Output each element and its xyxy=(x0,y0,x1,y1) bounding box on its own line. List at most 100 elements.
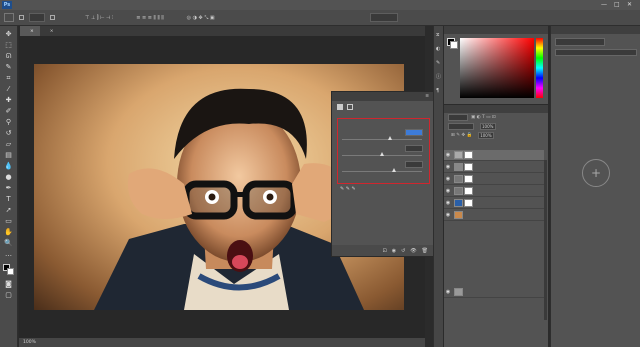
auto-select-dropdown[interactable] xyxy=(29,13,45,22)
layer-row[interactable]: ◉ xyxy=(444,174,544,185)
paragraph-icon[interactable]: ¶ xyxy=(436,88,442,94)
filter-icons[interactable]: ▣ ◐ T ▭ ⊡ xyxy=(471,115,496,120)
brush-tool-icon[interactable]: ✐ xyxy=(3,107,14,116)
layer-row[interactable]: ◉ xyxy=(444,186,544,197)
eye-icon[interactable]: ◉ xyxy=(444,164,452,170)
layer-effect[interactable] xyxy=(464,278,544,286)
opacity-field[interactable]: 100% xyxy=(480,123,496,130)
layer-row[interactable]: ◉ xyxy=(444,198,544,209)
clone-stamp-tool-icon[interactable]: ⚲ xyxy=(3,118,14,127)
lasso-tool-icon[interactable]: ᘏ xyxy=(3,52,14,61)
more-tools-icon[interactable]: … xyxy=(3,250,14,259)
layer-effect[interactable] xyxy=(464,315,544,323)
eye-icon[interactable]: ◉ xyxy=(444,152,452,158)
layer-effect[interactable] xyxy=(464,222,544,230)
eye-icon[interactable]: ◉ xyxy=(444,289,452,295)
layer-mask[interactable] xyxy=(464,175,473,183)
pen-tool-icon[interactable]: ✒ xyxy=(3,184,14,193)
layer-mask[interactable] xyxy=(464,163,473,171)
library-search-input[interactable] xyxy=(555,49,637,56)
move-tool-icon[interactable]: ✥ xyxy=(3,30,14,39)
quick-mask-icon[interactable]: ◙ xyxy=(3,280,14,289)
history-brush-tool-icon[interactable]: ↺ xyxy=(3,129,14,138)
reset-icon[interactable]: ↺ xyxy=(401,248,405,254)
layer-effect[interactable] xyxy=(464,254,544,262)
align-icons[interactable]: ⊤ ⊥ ⫿ ⊢ ⊣ ⫶ xyxy=(85,15,113,21)
path-select-tool-icon[interactable]: ➚ xyxy=(3,206,14,215)
doc-tab-active[interactable]: × xyxy=(20,26,40,36)
hue-slider[interactable] xyxy=(536,38,543,98)
adjust-icon[interactable]: ◐ xyxy=(436,46,442,52)
screen-mode-icon[interactable]: ▢ xyxy=(3,291,14,300)
eye-toggle-icon[interactable]: ◉ xyxy=(392,248,396,254)
healing-brush-tool-icon[interactable]: ✚ xyxy=(3,96,14,105)
layer-effect[interactable] xyxy=(464,339,544,347)
slider-knob[interactable] xyxy=(392,168,396,172)
layer-effect[interactable] xyxy=(464,299,544,307)
slider-track[interactable] xyxy=(342,139,422,140)
library-dropdown[interactable] xyxy=(555,38,605,46)
show-transform-checkbox[interactable] xyxy=(50,15,55,20)
close-icon[interactable]: ✕ xyxy=(627,1,632,8)
layer-mask[interactable] xyxy=(464,199,473,207)
layer-row[interactable]: ◉ xyxy=(444,162,544,173)
layer-effect[interactable] xyxy=(464,307,544,315)
distribute-icons[interactable]: ≡ ≡ ≡ ⫼ ⫼ ⫼ xyxy=(136,15,163,21)
trash-icon[interactable]: 🗑 xyxy=(422,248,428,254)
color-picker-field[interactable] xyxy=(460,38,534,98)
clip-icon[interactable]: ⊡ xyxy=(383,248,387,254)
lock-icons[interactable]: ⊞ ✎ ✥ 🔒 xyxy=(451,133,472,138)
eyedropper-tool-icon[interactable]: ⁄ xyxy=(3,85,14,94)
slider-knob[interactable] xyxy=(380,152,384,156)
layer-filter-dropdown[interactable] xyxy=(448,114,468,121)
layer-effect[interactable] xyxy=(464,230,544,238)
layers-scrollbar[interactable] xyxy=(544,160,547,320)
mask-icon[interactable] xyxy=(347,103,353,110)
slider-value[interactable] xyxy=(405,161,423,168)
doc-tab[interactable]: × xyxy=(40,26,60,36)
info-icon[interactable]: ⓘ xyxy=(436,74,442,80)
eye-icon[interactable]: ◉ xyxy=(444,200,452,206)
layer-effect[interactable] xyxy=(464,238,544,246)
slider-track[interactable] xyxy=(342,171,422,172)
background-color-swatch[interactable] xyxy=(7,268,14,275)
slider-value[interactable] xyxy=(405,129,423,136)
layer-effect[interactable] xyxy=(464,246,544,254)
dodge-tool-icon[interactable]: ● xyxy=(3,173,14,182)
blur-tool-icon[interactable]: 💧 xyxy=(3,162,14,171)
slider-knob[interactable] xyxy=(388,136,392,140)
quick-select-tool-icon[interactable]: ✎ xyxy=(3,63,14,72)
tab-close-icon[interactable]: × xyxy=(50,29,54,34)
blend-mode-dropdown[interactable] xyxy=(448,123,474,130)
move-tool-icon[interactable] xyxy=(4,13,14,22)
auto-select-checkbox[interactable] xyxy=(19,15,24,20)
brush-preset-icon[interactable]: ✎ xyxy=(436,60,442,66)
eraser-tool-icon[interactable]: ▱ xyxy=(3,140,14,149)
marquee-tool-icon[interactable]: ⬚ xyxy=(3,41,14,50)
bg-swatch[interactable] xyxy=(450,41,458,49)
layer-row[interactable]: ◉ xyxy=(444,210,544,221)
zoom-tool-icon[interactable]: 🔍 xyxy=(3,239,14,248)
minimize-icon[interactable]: — xyxy=(601,1,607,8)
slider-value[interactable] xyxy=(405,145,423,152)
layer-row[interactable]: ◉ xyxy=(444,150,544,161)
gradient-tool-icon[interactable]: ▤ xyxy=(3,151,14,160)
fill-field[interactable]: 100% xyxy=(478,132,495,139)
layer-effect[interactable] xyxy=(464,270,544,278)
3d-mode-icons[interactable]: ◎ ◑ ✥ ⤡ ▣ xyxy=(187,15,215,21)
eye-icon[interactable]: ◉ xyxy=(444,188,452,194)
crop-tool-icon[interactable]: ⌗ xyxy=(3,74,14,83)
layer-effect[interactable] xyxy=(464,331,544,339)
eye-icon[interactable]: ◉ xyxy=(444,212,452,218)
visibility-icon[interactable]: 👁 xyxy=(410,248,416,254)
type-tool-icon[interactable]: T xyxy=(3,195,14,204)
panel-menu-icon[interactable]: ≡ xyxy=(425,94,429,99)
workspace-dropdown[interactable] xyxy=(369,13,398,22)
add-library-icon[interactable]: + xyxy=(582,159,610,187)
eye-icon[interactable]: ◉ xyxy=(444,176,452,182)
hand-tool-icon[interactable]: ✋ xyxy=(3,228,14,237)
eyedropper-icons[interactable]: ✎ ✎ ✎ xyxy=(340,186,356,192)
layer-row[interactable]: ◉ xyxy=(444,287,544,298)
layer-mask[interactable] xyxy=(464,187,473,195)
layer-effect[interactable] xyxy=(464,262,544,270)
